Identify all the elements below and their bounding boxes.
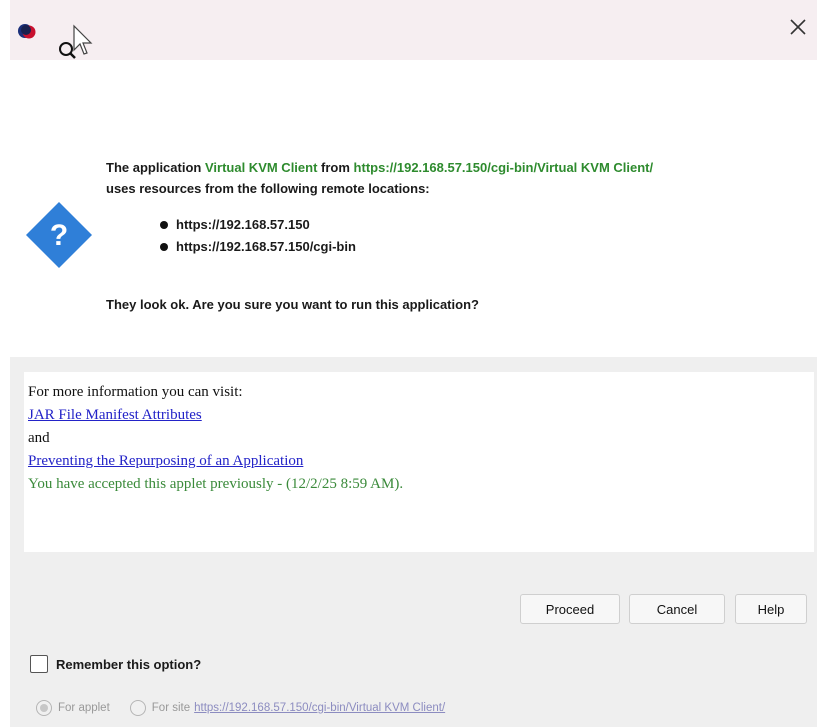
site-url-link: https://192.168.57.150/cgi-bin/Virtual K…: [194, 702, 446, 714]
dialog-message: The application Virtual KVM Client from …: [106, 160, 654, 196]
app-name: Virtual KVM Client: [204, 160, 318, 175]
title-bar: [10, 0, 817, 60]
remember-label: Remember this option?: [56, 656, 202, 672]
app-url: https://192.168.57.150/cgi-bin/Virtual K…: [353, 160, 654, 175]
remember-checkbox[interactable]: [30, 655, 48, 673]
message-panel: [10, 60, 817, 357]
accepted-note: You have accepted this applet previously…: [28, 476, 404, 492]
for-site-radio[interactable]: [129, 700, 146, 716]
info-text: For more information you can visit: JAR …: [28, 381, 403, 496]
list-item: https://192.168.57.150: [160, 214, 356, 236]
jar-manifest-link[interactable]: JAR File Manifest Attributes: [28, 407, 202, 423]
for-applet-radio[interactable]: [36, 700, 52, 716]
java-app-icon: [18, 24, 36, 39]
question-icon: ?: [26, 202, 92, 268]
remember-option[interactable]: Remember this option?: [30, 655, 201, 673]
help-button[interactable]: Help: [735, 594, 807, 624]
locations-list: https://192.168.57.150 https://192.168.5…: [160, 214, 356, 258]
svg-text:?: ?: [50, 219, 68, 252]
dialog-question: They look ok. Are you sure you want to r…: [106, 297, 479, 312]
repurposing-link[interactable]: Preventing the Repurposing of an Applica…: [28, 453, 303, 469]
close-icon[interactable]: [787, 16, 809, 38]
proceed-button[interactable]: Proceed: [520, 594, 620, 624]
cancel-button[interactable]: Cancel: [629, 594, 725, 624]
for-applet-label: For applet: [58, 702, 110, 714]
for-site-label: For site: [151, 702, 191, 714]
list-item: https://192.168.57.150/cgi-bin: [160, 236, 356, 258]
remember-scope: For applet For site https://192.168.57.1…: [36, 700, 445, 716]
mouse-cursor-icon: [59, 24, 93, 59]
